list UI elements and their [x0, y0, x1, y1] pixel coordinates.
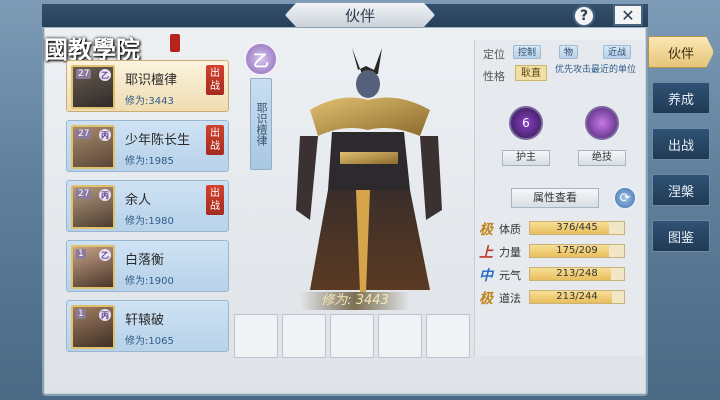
companion-power: 修为:1065	[125, 336, 174, 347]
attribute-value: 175/209	[556, 245, 598, 256]
grade-mark: 极	[479, 222, 493, 238]
info-panel: 定位 控制 物 近战 性格 耿直 优先攻击最近的单位 6 护主 绝技 属性查看 …	[474, 40, 644, 356]
level-badge: 27	[76, 189, 92, 199]
companion-portrait: 1 乙	[71, 245, 115, 289]
rank-badge: 丙	[99, 309, 111, 321]
skill-guard-icon[interactable]: 6	[509, 106, 543, 140]
equipment-slot[interactable]	[282, 314, 326, 358]
position-label: 定位	[483, 48, 505, 61]
equipment-slot[interactable]	[378, 314, 422, 358]
attribute-name: 元气	[499, 269, 521, 282]
level-badge: 1	[76, 249, 86, 259]
tab-cultivate[interactable]: 养成	[652, 82, 710, 114]
attribute-name: 道法	[499, 292, 521, 305]
companion-name: 轩辕破	[125, 313, 165, 328]
skill-guard-label: 护主	[502, 150, 550, 166]
equipment-slots	[234, 314, 472, 358]
rank-badge: 丙	[99, 189, 111, 201]
hero-vertical-name: 耶识檀律	[250, 78, 272, 170]
level-badge: 1	[76, 309, 86, 319]
companion-name: 余人	[125, 193, 152, 208]
attribute-value: 376/445	[556, 222, 598, 233]
position-tag: 近战	[603, 45, 632, 59]
grade-mark: 中	[479, 268, 493, 284]
equipment-slot[interactable]	[330, 314, 374, 358]
attribute-row: 极 道法 213/244	[479, 289, 641, 307]
attribute-row: 极 体质 376/445	[479, 220, 641, 238]
attribute-row: 中 元气 213/248	[479, 266, 641, 284]
personality-label: 性格	[483, 70, 505, 83]
hero-power: 修为: 3443	[300, 292, 410, 310]
personality-desc: 优先攻击最近的单位	[555, 65, 637, 75]
rank-badge: 丙	[99, 129, 111, 141]
companion-card-2[interactable]: 27 丙 少年陈长生 修为:1985 出战	[66, 120, 229, 172]
companion-portrait: 27 丙	[71, 125, 115, 169]
attribute-row: 上 力量 175/209	[479, 243, 641, 261]
deployed-badge: 出战	[206, 125, 224, 155]
level-badge: 27	[76, 69, 92, 79]
close-button[interactable]: ✕	[613, 4, 643, 26]
view-attributes-button[interactable]: 属性查看	[511, 188, 599, 208]
rank-badge: 乙	[99, 249, 111, 261]
rank-badge: 乙	[99, 69, 111, 81]
attribute-value: 213/248	[556, 268, 598, 279]
deployed-badge: 出战	[206, 65, 224, 95]
refresh-icon[interactable]: ⟳	[613, 186, 637, 210]
companion-power: 修为:3443	[125, 96, 174, 107]
ultimate-skill-icon[interactable]	[585, 106, 619, 140]
logo-seal	[170, 34, 180, 52]
grade-mark: 上	[479, 245, 493, 261]
personality-value: 耿直	[515, 65, 547, 81]
tab-companion[interactable]: 伙伴	[648, 36, 714, 68]
companion-card-3[interactable]: 27 丙 余人 修为:1980 出战	[66, 180, 229, 232]
attribute-value: 213/244	[556, 291, 598, 302]
companion-card-4[interactable]: 1 乙 白落衡 修为:1900	[66, 240, 229, 292]
companion-portrait: 1 丙	[71, 305, 115, 349]
companion-portrait: 27 丙	[71, 185, 115, 229]
window-title: 伙伴	[285, 2, 435, 28]
companion-power: 修为:1985	[125, 156, 174, 167]
tab-nirvana[interactable]: 涅槃	[652, 174, 710, 206]
grade-mark: 极	[479, 291, 493, 307]
equipment-slot[interactable]	[426, 314, 470, 358]
companion-list: 27 乙 耶识檀律 修为:3443 出战 27 丙 少年陈长生 修为:1985 …	[62, 60, 232, 360]
companion-card-5[interactable]: 1 丙 轩辕破 修为:1065	[66, 300, 229, 352]
deployed-badge: 出战	[206, 185, 224, 215]
companion-name: 少年陈长生	[125, 133, 191, 148]
tab-codex[interactable]: 图鉴	[652, 220, 710, 252]
attribute-name: 体质	[499, 223, 521, 236]
level-badge: 27	[76, 129, 92, 139]
attribute-name: 力量	[499, 246, 521, 259]
ultimate-skill-label: 绝技	[578, 150, 626, 166]
companion-name: 白落衡	[125, 253, 165, 268]
hero-figure	[296, 48, 442, 292]
equipment-slot[interactable]	[234, 314, 278, 358]
position-tag: 控制	[513, 45, 542, 59]
companion-card-1[interactable]: 27 乙 耶识檀律 修为:3443 出战	[66, 60, 229, 112]
companion-name: 耶识檀律	[125, 73, 178, 88]
help-button[interactable]: ?	[573, 5, 595, 27]
position-tag: 物	[559, 45, 579, 59]
companion-power: 修为:1980	[125, 216, 174, 227]
companion-portrait: 27 乙	[71, 65, 115, 109]
companion-power: 修为:1900	[125, 276, 174, 287]
tab-deploy[interactable]: 出战	[652, 128, 710, 160]
